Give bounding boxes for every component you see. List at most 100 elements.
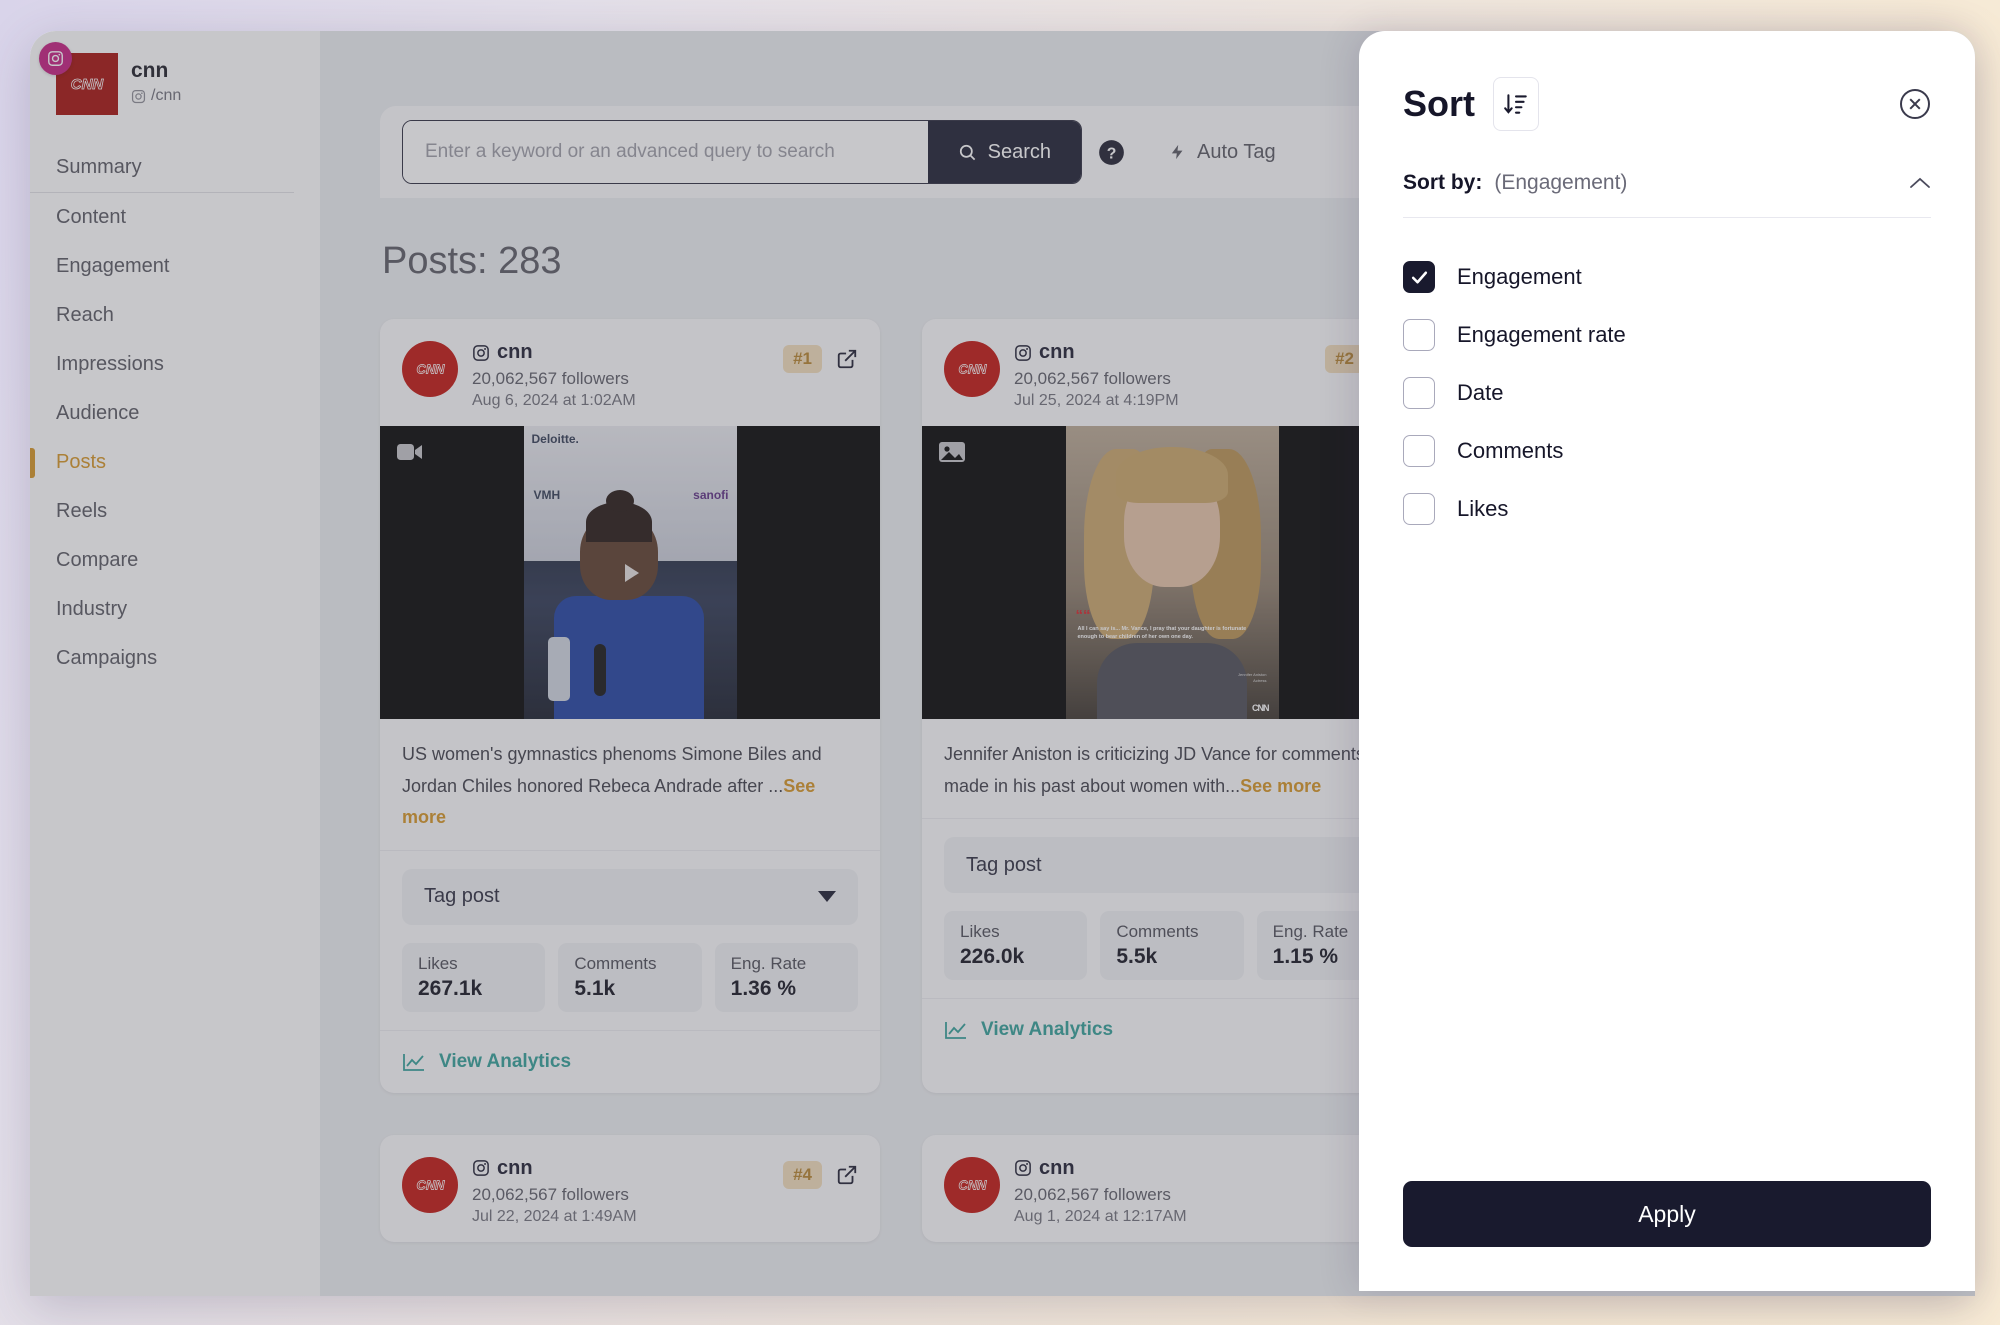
apply-button[interactable]: Apply <box>1403 1181 1931 1247</box>
sort-option-engagement-rate[interactable]: Engagement rate <box>1403 306 1931 364</box>
sort-option-likes[interactable]: Likes <box>1403 480 1931 538</box>
sidebar-item-impressions[interactable]: Impressions <box>30 340 320 389</box>
post-media: ““ All I can say is... Mr. Vance, I pray… <box>1065 426 1279 719</box>
media-figure-body <box>1097 642 1247 719</box>
see-more-link[interactable]: See more <box>1240 776 1321 796</box>
view-analytics-link[interactable]: View Analytics <box>380 1029 880 1093</box>
sort-by-row[interactable]: Sort by: (Engagement) <box>1403 131 1931 218</box>
post-card[interactable]: CNN cnn 20,062,567 followers Aug 6, 2024… <box>380 319 880 1093</box>
profile-name: cnn <box>131 59 169 82</box>
post-author-name: cnn <box>1039 1156 1075 1179</box>
auto-tag-label: Auto Tag <box>1197 140 1276 163</box>
sidebar-item-reels[interactable]: Reels <box>30 487 320 536</box>
stat-likes: Likes 267.1k <box>402 942 546 1012</box>
sidebar-item-label: Campaigns <box>56 647 158 669</box>
post-card[interactable]: CNN cnn 20,062,567 followers Jul 22, 202… <box>380 1134 880 1242</box>
search-input[interactable] <box>403 121 928 183</box>
sort-option-engagement[interactable]: Engagement <box>1403 248 1931 306</box>
view-analytics-link[interactable]: View Analytics <box>922 998 1422 1061</box>
checkbox-engagement-rate[interactable] <box>1403 319 1435 351</box>
stat-value: 5.5k <box>1116 945 1158 968</box>
stat-likes: Likes 226.0k <box>944 911 1088 980</box>
sort-panel-header: Sort <box>1403 31 1931 131</box>
post-followers: 20,062,567 followers <box>472 369 629 388</box>
post-author: cnn <box>472 341 769 364</box>
checkbox-likes[interactable] <box>1403 493 1435 525</box>
instagram-icon <box>1015 344 1031 361</box>
sidebar-item-content[interactable]: Content <box>30 193 320 242</box>
post-meta: cnn 20,062,567 followers Jul 25, 2024 at… <box>1014 341 1311 410</box>
post-author-name: cnn <box>497 341 533 363</box>
view-analytics-label: View Analytics <box>439 1050 572 1072</box>
media-microphone <box>593 643 606 696</box>
post-date: Jul 25, 2024 at 4:19PM <box>1014 392 1179 409</box>
tag-post-label: Tag post <box>966 853 1042 876</box>
sort-option-label: Comments <box>1457 438 1564 463</box>
play-icon[interactable] <box>613 556 647 590</box>
stat-eng-rate: Eng. Rate 1.36 % <box>714 942 858 1012</box>
search-icon <box>959 144 975 160</box>
stat-value: 226.0k <box>960 945 1025 968</box>
sort-option-label: Date <box>1457 380 1504 405</box>
post-thumbnail[interactable]: ““ All I can say is... Mr. Vance, I pray… <box>922 426 1422 719</box>
stat-label: Eng. Rate <box>730 953 807 973</box>
media-figure-hair <box>1116 446 1228 503</box>
checkbox-date[interactable] <box>1403 377 1435 409</box>
external-link-icon[interactable] <box>836 1164 858 1186</box>
sidebar-item-reach[interactable]: Reach <box>30 291 320 340</box>
sidebar-item-label: Reach <box>56 304 114 326</box>
tag-post-dropdown[interactable]: Tag post <box>402 868 858 925</box>
svg-text:CNN: CNN <box>416 361 445 376</box>
post-followers: 20,062,567 followers <box>472 1184 629 1204</box>
svg-text:CNN: CNN <box>71 76 105 93</box>
post-stats: Likes 226.0k Comments 5.5k Eng. Rate 1.1… <box>922 911 1422 998</box>
sidebar-item-engagement[interactable]: Engagement <box>30 242 320 291</box>
sort-descending-icon <box>1504 94 1527 114</box>
post-card-header: CNN cnn 20,062,567 followers Aug 6, 2024… <box>380 319 880 426</box>
sidebar-item-summary[interactable]: Summary <box>30 143 294 193</box>
sidebar-item-compare[interactable]: Compare <box>30 536 320 585</box>
sidebar-item-label: Reels <box>56 500 108 522</box>
profile-text: cnn /cnn <box>131 53 181 105</box>
chevron-up-icon <box>1910 177 1930 188</box>
instagram-icon <box>1015 1160 1031 1176</box>
media-logo: sanofi <box>693 488 729 502</box>
sidebar-item-label: Content <box>56 206 127 228</box>
sidebar-item-label: Audience <box>56 402 140 424</box>
sidebar-item-industry[interactable]: Industry <box>30 585 320 634</box>
sidebar-item-posts[interactable]: Posts <box>30 438 320 487</box>
sidebar-item-audience[interactable]: Audience <box>30 389 320 438</box>
post-card[interactable]: CNN cnn 20,062,567 followers Aug 1, 2024… <box>922 1134 1422 1242</box>
view-analytics-label: View Analytics <box>981 1019 1114 1040</box>
post-card-header: CNN cnn 20,062,567 followers Jul 25, 202… <box>922 319 1422 426</box>
sort-direction-button[interactable] <box>1493 77 1539 131</box>
checkbox-comments[interactable] <box>1403 435 1435 467</box>
image-icon <box>939 442 965 462</box>
post-date: Aug 6, 2024 at 1:02AM <box>472 392 636 409</box>
stat-label: Likes <box>960 922 1000 941</box>
stat-comments: Comments 5.1k <box>558 942 702 1012</box>
line-chart-icon <box>403 1053 424 1071</box>
sort-option-date[interactable]: Date <box>1403 364 1931 422</box>
auto-tag-button[interactable]: Auto Tag <box>1169 141 1276 164</box>
close-circle-icon[interactable] <box>1899 88 1931 120</box>
avatar: CNN <box>39 42 118 115</box>
post-followers: 20,062,567 followers <box>1014 369 1171 388</box>
sort-option-comments[interactable]: Comments <box>1403 422 1931 480</box>
tag-post-dropdown[interactable]: Tag post <box>944 837 1400 893</box>
stat-value: 5.1k <box>574 976 616 1000</box>
search-button[interactable]: Search <box>927 121 1081 183</box>
instagram-icon <box>473 344 489 361</box>
tag-post-label: Tag post <box>424 885 500 907</box>
help-circle-icon[interactable]: ? <box>1098 139 1125 166</box>
post-thumbnail[interactable]: Deloitte. VMH sanofi <box>380 426 880 719</box>
rank-badge: #4 <box>783 1160 822 1189</box>
post-caption-text: US women's gymnastics phenoms Simone Bil… <box>402 744 822 796</box>
media-quote-text: All I can say is... Mr. Vance, I pray th… <box>1077 626 1247 641</box>
external-link-icon[interactable] <box>836 348 858 370</box>
sidebar-item-campaigns[interactable]: Campaigns <box>30 634 320 683</box>
post-card[interactable]: CNN cnn 20,062,567 followers Jul 25, 202… <box>922 319 1422 1093</box>
profile-handle-text: /cnn <box>151 87 182 105</box>
checkbox-engagement[interactable] <box>1403 261 1435 293</box>
chevron-down-icon <box>818 891 836 902</box>
